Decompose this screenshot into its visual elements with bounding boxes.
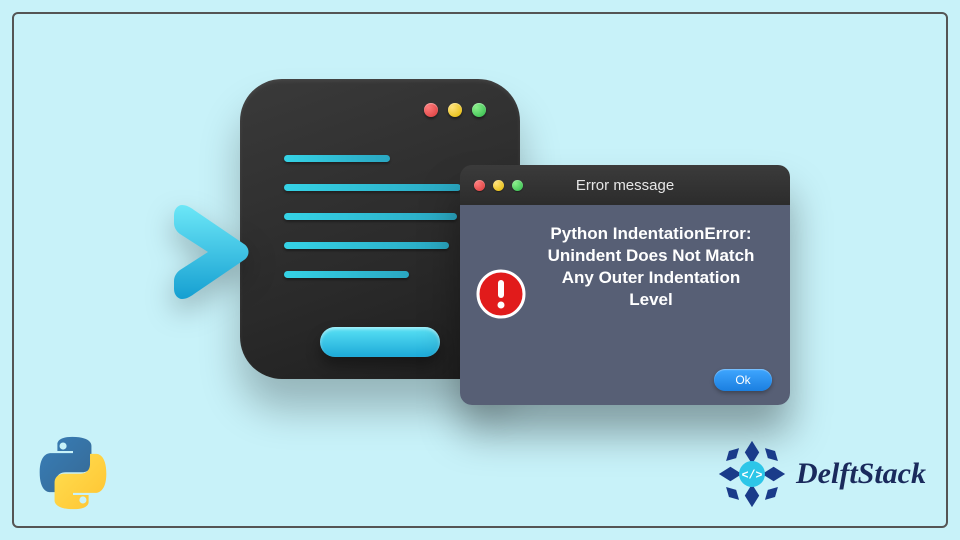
code-lines bbox=[284, 155, 476, 278]
ok-button[interactable]: Ok bbox=[714, 369, 772, 391]
code-line bbox=[284, 271, 409, 278]
error-dialog: Error message Python IndentationError: U… bbox=[460, 165, 790, 405]
maximize-dot-icon bbox=[472, 103, 486, 117]
code-line bbox=[284, 213, 457, 220]
code-line bbox=[284, 184, 461, 191]
dialog-header: Error message bbox=[460, 165, 790, 205]
svg-text:</>: </> bbox=[742, 469, 763, 482]
brand: </> DelftStack bbox=[716, 438, 926, 510]
dialog-body: Python IndentationError: Unindent Does N… bbox=[460, 205, 790, 405]
prompt-chevron-icon bbox=[170, 197, 260, 307]
python-logo-icon bbox=[34, 434, 112, 512]
delftstack-mark-icon: </> bbox=[716, 438, 788, 510]
bottom-pill-icon bbox=[320, 327, 440, 357]
ok-button-label: Ok bbox=[735, 373, 750, 387]
close-dot-icon bbox=[424, 103, 438, 117]
code-line bbox=[284, 242, 449, 249]
minimize-dot-icon bbox=[448, 103, 462, 117]
brand-name: DelftStack bbox=[796, 457, 926, 491]
traffic-lights bbox=[424, 103, 486, 117]
error-message-text: Python IndentationError: Unindent Does N… bbox=[538, 223, 772, 311]
code-line bbox=[284, 155, 390, 162]
alert-icon bbox=[476, 269, 526, 319]
dialog-title: Error message bbox=[460, 177, 790, 194]
illustration-stage: Error message Python IndentationError: U… bbox=[200, 79, 760, 439]
